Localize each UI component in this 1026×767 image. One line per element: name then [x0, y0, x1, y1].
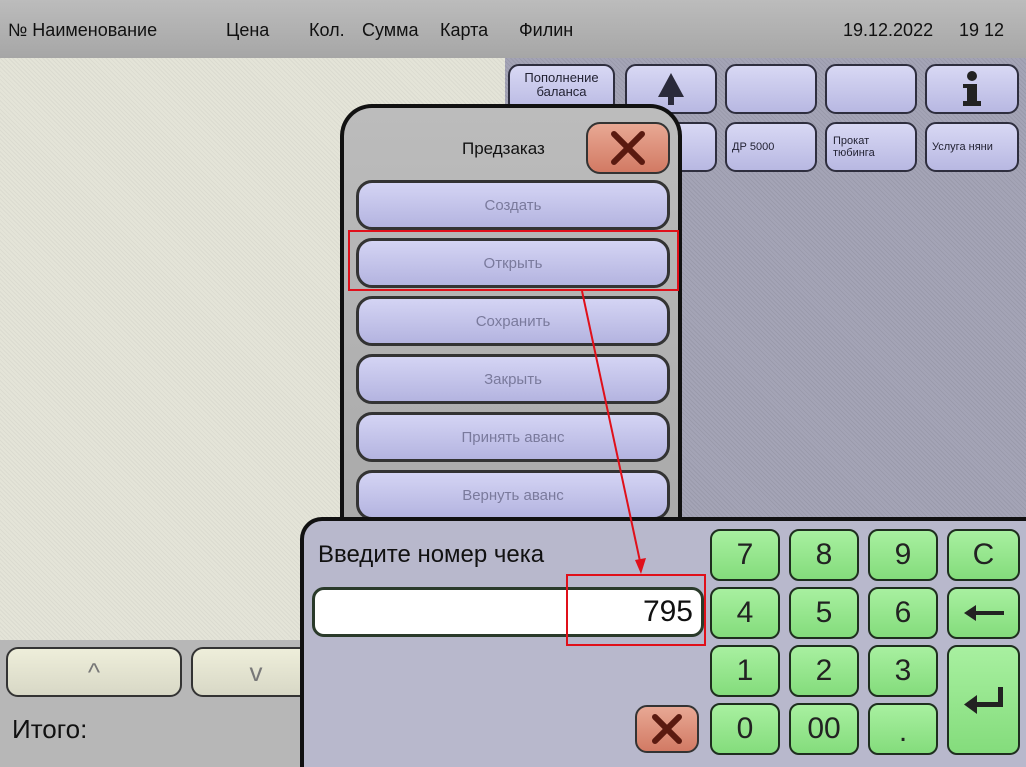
key-label: 9 — [894, 538, 912, 571]
key-label: 8 — [815, 538, 833, 571]
up-arrow-icon — [658, 73, 684, 105]
scroll-up-button[interactable]: ^ — [6, 647, 182, 697]
key-1[interactable]: 1 — [710, 645, 780, 697]
column-name-header: № Наименование — [8, 20, 158, 40]
grid-button-label: ДР 5000 — [732, 141, 775, 153]
menu-label: Сохранить — [475, 312, 551, 330]
key-2[interactable]: 2 — [789, 645, 859, 697]
preorder-dialog: Предзаказ Создать Открыть Сохранить Закр… — [340, 104, 682, 534]
key-8[interactable]: 8 — [789, 529, 859, 581]
key-5[interactable]: 5 — [789, 587, 859, 639]
date-display: 19.12.2022 — [843, 20, 934, 40]
preorder-close-button[interactable] — [586, 122, 670, 174]
time-display: 19 12 — [959, 20, 1005, 40]
key-label: 7 — [736, 538, 754, 571]
key-label: 1 — [736, 654, 754, 687]
menu-label: Открыть — [483, 254, 543, 272]
scroll-down-icon: v — [249, 656, 263, 687]
key-0[interactable]: 0 — [710, 703, 780, 755]
column-qty-header: Кол. — [309, 20, 345, 40]
key-label: C — [972, 538, 995, 571]
key-9[interactable]: 9 — [868, 529, 938, 581]
preorder-save-button[interactable]: Сохранить — [356, 296, 670, 346]
key-label: 4 — [736, 596, 754, 629]
preorder-open-button[interactable]: Открыть — [356, 238, 670, 288]
grid-button-label: Пополнение баланса — [524, 70, 599, 99]
menu-label: Принять аванс — [461, 428, 565, 446]
preorder-create-button[interactable]: Создать — [356, 180, 670, 230]
total-label: Итого: — [12, 714, 88, 744]
receipt-number-dialog: Введите номер чека 7 8 9 C 4 5 6 1 2 3 0… — [300, 517, 1026, 767]
key-label: 0 — [736, 712, 754, 745]
menu-label: Создать — [484, 196, 542, 214]
receipt-number-input[interactable] — [312, 587, 704, 637]
key-label: 6 — [894, 596, 912, 629]
grid-button-empty-1[interactable] — [725, 64, 817, 114]
close-icon — [652, 714, 682, 744]
key-6[interactable]: 6 — [868, 587, 938, 639]
key-00[interactable]: 00 — [789, 703, 859, 755]
key-label: . — [898, 715, 908, 748]
column-price-header: Цена — [226, 20, 270, 40]
info-icon — [963, 71, 981, 106]
key-label: 5 — [815, 596, 833, 629]
grid-button-info[interactable] — [925, 64, 1019, 114]
column-card-header: Карта — [440, 20, 489, 40]
cashier-name: Филин — [519, 20, 574, 40]
close-icon — [611, 131, 645, 165]
key-backspace[interactable] — [947, 587, 1020, 639]
key-label: 3 — [894, 654, 912, 687]
grid-button-label: Прокат тюбинга — [833, 135, 875, 159]
grid-button-empty-2[interactable] — [825, 64, 917, 114]
preorder-return-advance-button[interactable]: Вернуть аванс — [356, 470, 670, 520]
grid-button-dr5000[interactable]: ДР 5000 — [725, 122, 817, 172]
receipt-number-prompt: Введите номер чека — [318, 541, 545, 568]
preorder-title: Предзаказ — [462, 139, 545, 158]
key-4[interactable]: 4 — [710, 587, 780, 639]
key-label: 2 — [815, 654, 833, 687]
grid-button-label: Услуга няни — [932, 141, 993, 153]
key-7[interactable]: 7 — [710, 529, 780, 581]
scroll-up-icon: ^ — [87, 656, 101, 687]
grid-button-tubing-rental[interactable]: Прокат тюбинга — [825, 122, 917, 172]
key-clear[interactable]: C — [947, 529, 1020, 581]
numpad-cancel-button[interactable] — [635, 705, 699, 753]
grid-button-nanny-service[interactable]: Услуга няни — [925, 122, 1019, 172]
menu-label: Вернуть аванс — [462, 486, 564, 504]
enter-icon — [963, 687, 1003, 714]
menu-label: Закрыть — [484, 370, 542, 388]
column-sum-header: Сумма — [362, 20, 419, 40]
key-enter[interactable] — [947, 645, 1020, 755]
key-3[interactable]: 3 — [868, 645, 938, 697]
key-label: 00 — [807, 712, 841, 745]
backspace-arrow-icon — [963, 605, 1004, 621]
key-dot[interactable]: . — [868, 703, 938, 755]
preorder-close-order-button[interactable]: Закрыть — [356, 354, 670, 404]
header-bar: № Наименование Цена Кол. Сумма Карта Фил… — [0, 0, 1026, 58]
preorder-accept-advance-button[interactable]: Принять аванс — [356, 412, 670, 462]
